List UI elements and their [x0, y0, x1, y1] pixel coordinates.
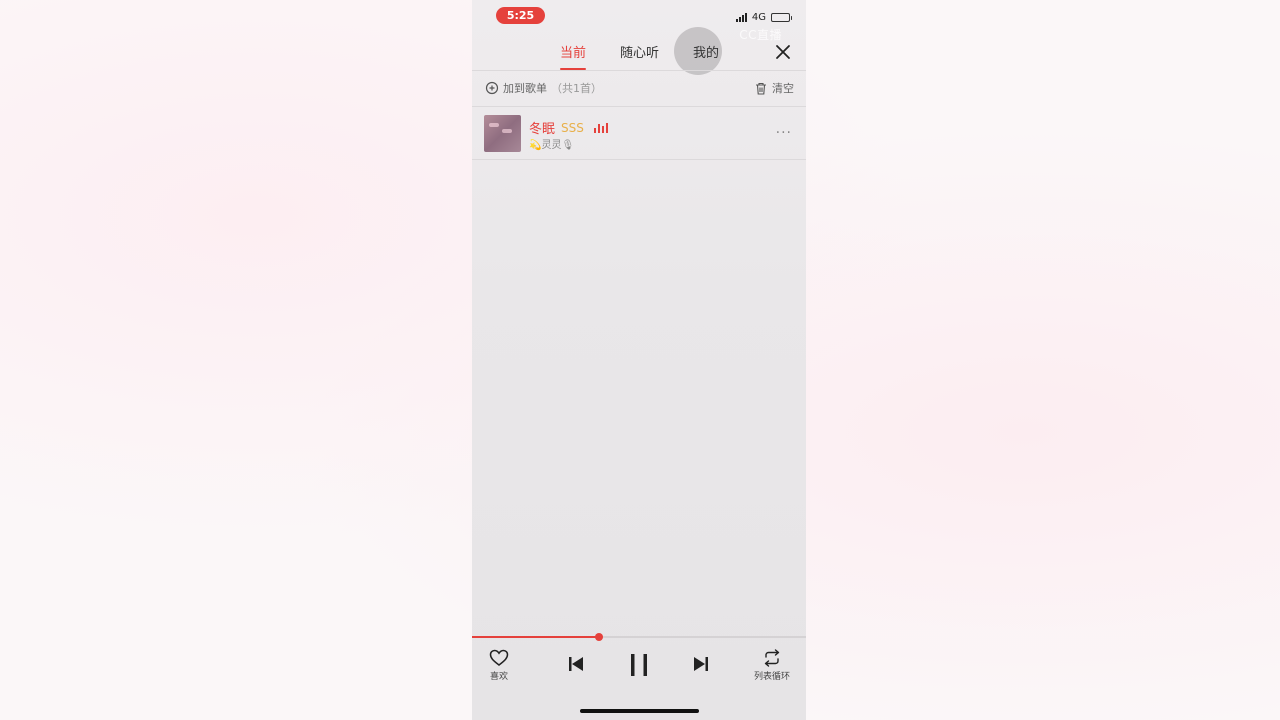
clear-label: 清空 — [772, 82, 794, 95]
album-cover — [484, 115, 521, 152]
tab-random-listen[interactable]: 随心听 — [620, 42, 659, 61]
pause-icon — [631, 654, 647, 676]
progress-fill — [472, 636, 599, 638]
song-tag: SSS — [561, 120, 584, 135]
like-button[interactable]: 喜欢 — [489, 649, 509, 682]
list-item[interactable]: 冬眠 SSS 💫灵灵🎙 ··· — [472, 108, 806, 159]
playlist-count: （共1首） — [551, 82, 602, 95]
previous-button[interactable] — [567, 655, 585, 673]
status-icons: 4G — [735, 10, 792, 24]
divider — [472, 106, 806, 107]
progress-bar[interactable] — [472, 633, 806, 641]
signal-icon — [735, 12, 747, 22]
next-icon — [694, 657, 708, 671]
network-type: 4G — [751, 11, 766, 23]
playlist-toolbar: 加到歌单 （共1首） 清空 — [485, 80, 794, 98]
add-to-playlist-label: 加到歌单 — [503, 82, 547, 95]
clear-button[interactable]: 清空 — [755, 80, 794, 96]
divider — [472, 70, 806, 71]
close-icon[interactable] — [774, 43, 792, 61]
song-title-row: 冬眠 SSS — [529, 118, 608, 137]
phone-screen: 5:25 4G CC直播 当前 随心听 我的 加到歌单 （共1首） 清空 冬眠 … — [472, 0, 806, 720]
repeat-icon — [764, 649, 780, 667]
battery-icon — [771, 12, 792, 22]
song-artist: 💫灵灵🎙 — [529, 140, 575, 151]
tab-current[interactable]: 当前 — [560, 42, 587, 70]
player-controls: 喜欢 列表循环 — [472, 640, 806, 690]
song-title: 冬眠 — [529, 122, 556, 137]
heart-icon — [489, 649, 509, 666]
divider — [472, 159, 806, 160]
add-circle-icon — [485, 81, 499, 95]
more-options-icon[interactable]: ··· — [776, 125, 792, 141]
next-button[interactable] — [692, 655, 710, 673]
like-label: 喜欢 — [489, 672, 508, 682]
tab-bar: 当前 随心听 我的 — [472, 42, 806, 70]
loop-mode-label: 列表循环 — [754, 672, 791, 682]
tab-mine[interactable]: 我的 — [693, 42, 719, 61]
pause-button[interactable] — [628, 653, 650, 677]
trash-icon — [756, 82, 766, 95]
previous-icon — [569, 657, 583, 671]
watermark: CC直播 — [739, 28, 782, 42]
status-time: 5:25 — [496, 7, 545, 24]
loop-mode-button[interactable]: 列表循环 — [754, 649, 790, 682]
playing-bars-icon — [593, 122, 608, 133]
add-to-playlist-button[interactable]: 加到歌单 （共1首） — [485, 80, 602, 96]
home-indicator — [580, 709, 699, 713]
